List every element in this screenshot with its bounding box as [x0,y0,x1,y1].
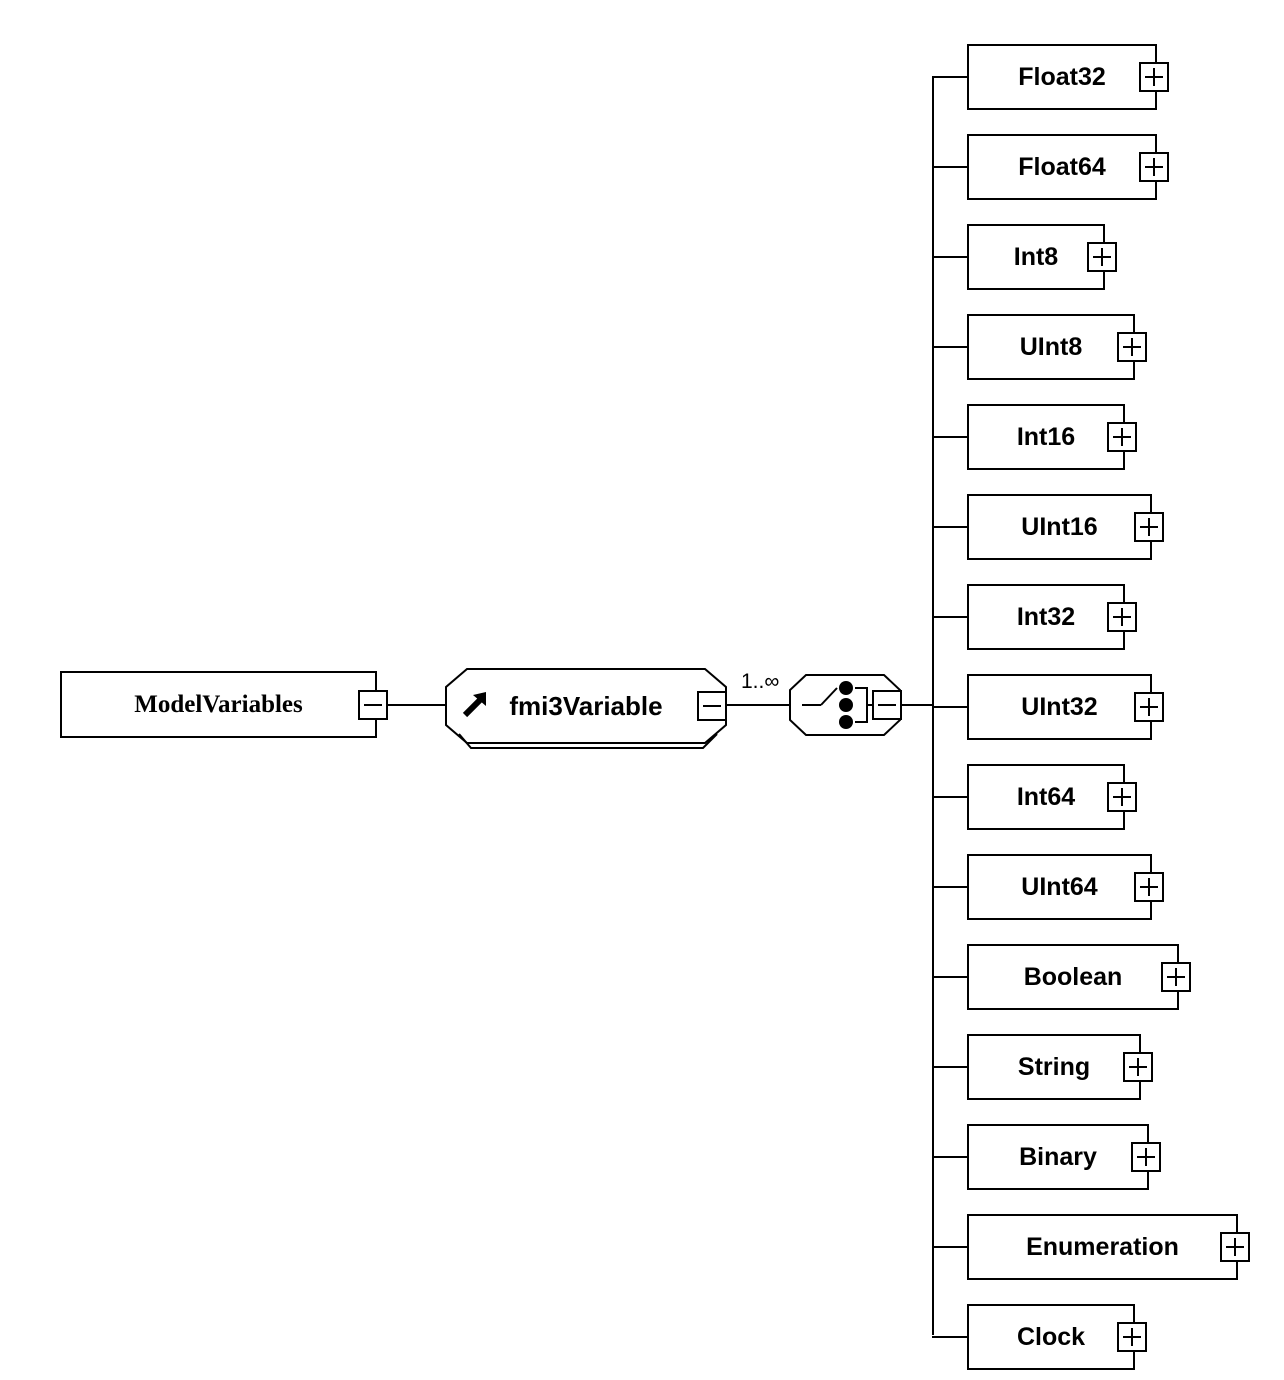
connector-trunk-to-int16 [932,436,967,438]
connector-trunk-to-boolean [932,976,967,978]
element-box-uint32[interactable]: UInt32 [967,674,1152,740]
connector-trunk-to-uint16 [932,526,967,528]
expand-toggle-int16[interactable] [1107,422,1137,452]
element-box-float64[interactable]: Float64 [967,134,1157,200]
expand-toggle-float64[interactable] [1139,152,1169,182]
element-label-modelvariables: ModelVariables [134,691,303,718]
group-ref-fmi3variable[interactable]: fmi3Variable [445,668,727,749]
xsd-diagram-canvas: ModelVariables fmi3Variable 1..∞ Float32… [0,0,1284,1380]
expand-toggle-int8[interactable] [1087,242,1117,272]
octagon-outline [445,668,727,744]
element-box-uint16[interactable]: UInt16 [967,494,1152,560]
connector-trunk-to-binary [932,1156,967,1158]
expand-toggle-uint32[interactable] [1134,692,1164,722]
element-label-int64: Int64 [1016,782,1076,811]
element-label-binary: Binary [1019,1142,1097,1171]
expand-toggle-binary[interactable] [1131,1142,1161,1172]
element-box-boolean[interactable]: Boolean [967,944,1179,1010]
element-box-uint64[interactable]: UInt64 [967,854,1152,920]
element-label-float64: Float64 [1018,152,1106,181]
connector-trunk-to-float32 [932,76,967,78]
element-label-uint8: UInt8 [1019,332,1083,361]
element-label-boolean: Boolean [1023,962,1123,991]
connector-trunk-to-enumeration [932,1246,967,1248]
element-box-string[interactable]: String [967,1034,1141,1100]
element-box-modelvariables[interactable]: ModelVariables [60,671,377,738]
element-box-int64[interactable]: Int64 [967,764,1125,830]
connector-trunk-to-int32 [932,616,967,618]
element-box-uint8[interactable]: UInt8 [967,314,1135,380]
collapse-toggle-modelvariables[interactable] [358,690,388,720]
expand-toggle-enumeration[interactable] [1220,1232,1250,1262]
element-box-int8[interactable]: Int8 [967,224,1105,290]
connector-trunk-to-uint8 [932,346,967,348]
expand-toggle-int64[interactable] [1107,782,1137,812]
expand-toggle-boolean[interactable] [1161,962,1191,992]
cardinality-label-choice: 1..∞ [741,670,780,693]
element-box-float32[interactable]: Float32 [967,44,1157,110]
expand-toggle-clock[interactable] [1117,1322,1147,1352]
element-label-uint16: UInt16 [1021,512,1098,541]
connector-trunk-to-uint64 [932,886,967,888]
element-label-int16: Int16 [1016,422,1076,451]
expand-toggle-uint64[interactable] [1134,872,1164,902]
element-box-int16[interactable]: Int16 [967,404,1125,470]
collapse-toggle-fmi3variable[interactable] [697,691,727,721]
expand-toggle-int32[interactable] [1107,602,1137,632]
element-box-clock[interactable]: Clock [967,1304,1135,1370]
connector-trunk-to-string [932,1066,967,1068]
expand-toggle-float32[interactable] [1139,62,1169,92]
expand-toggle-uint16[interactable] [1134,512,1164,542]
connector-trunk-to-float64 [932,166,967,168]
element-label-clock: Clock [1016,1322,1086,1351]
element-label-float32: Float32 [1018,62,1106,91]
connector-trunk-to-int64 [932,796,967,798]
element-label-string: String [1017,1052,1091,1081]
connector-choice-to-trunk [902,704,934,706]
expand-toggle-uint8[interactable] [1117,332,1147,362]
element-label-int8: Int8 [1013,242,1059,271]
element-box-binary[interactable]: Binary [967,1124,1149,1190]
element-label-int32: Int32 [1016,602,1076,631]
element-label-uint64: UInt64 [1021,872,1098,901]
element-label-enumeration: Enumeration [1026,1232,1179,1261]
connector-trunk-to-clock [932,1336,967,1338]
connector-trunk-to-uint32 [932,706,967,708]
expand-toggle-string[interactable] [1123,1052,1153,1082]
connector-trunk-to-int8 [932,256,967,258]
element-box-enumeration[interactable]: Enumeration [967,1214,1238,1280]
connector-root-to-group [388,704,446,706]
element-label-uint32: UInt32 [1021,692,1098,721]
connector-group-to-choice [727,704,791,706]
element-box-int32[interactable]: Int32 [967,584,1125,650]
collapse-toggle-choice[interactable] [872,690,902,720]
